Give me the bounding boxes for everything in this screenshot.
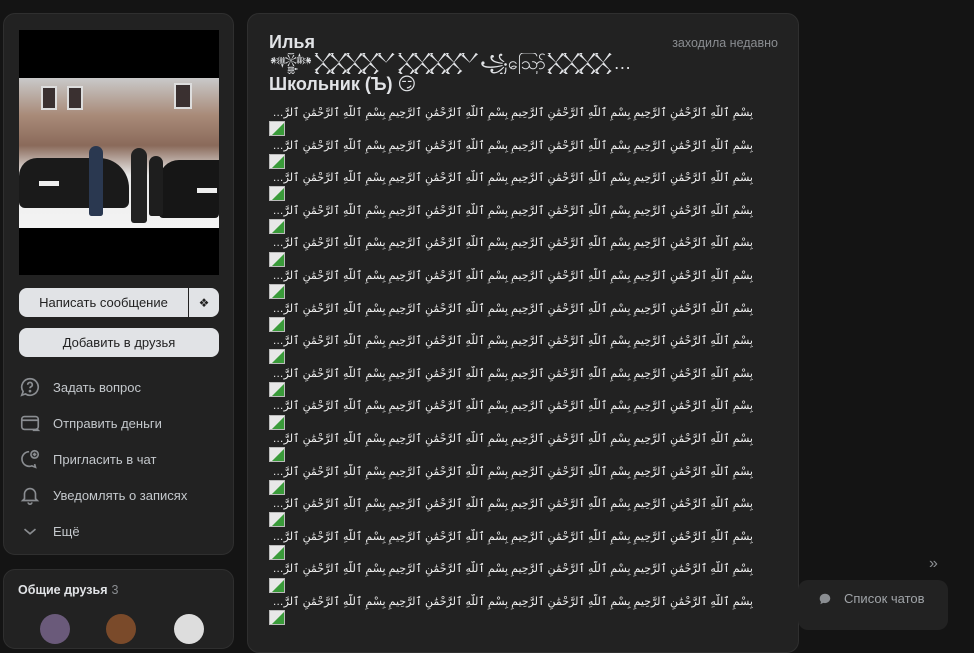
broken-image-icon	[269, 414, 753, 431]
broken-image-icon	[269, 349, 753, 365]
menu-item-ask-question[interactable]: Задать вопрос	[19, 375, 141, 399]
status-text-line: بِسْمِ ٱللَّهِ ٱلرَّحْمَٰنِ ٱلرَّحِيمِ ب…	[269, 335, 753, 348]
status-text-line: بِسْمِ ٱللَّهِ ٱلرَّحْمَٰنِ ٱلرَّحِيمِ ب…	[269, 432, 753, 445]
bell-icon	[20, 487, 40, 505]
status-text-line: بِسْمِ ٱللَّهِ ٱلرَّحْمَٰنِ ٱلرَّحِيمِ ب…	[269, 400, 753, 413]
menu-label: Отправить деньги	[53, 415, 162, 431]
menu-item-notify-posts[interactable]: Уведомлять о записях	[19, 483, 187, 507]
status-text-line: بِسْمِ ٱللَّهِ ٱلرَّحْمَٰنِ ٱلرَّحِيمِ ب…	[269, 269, 753, 282]
mutual-friends-title[interactable]: Общие друзья 3	[18, 583, 118, 597]
last-seen-status: заходила недавно	[672, 36, 778, 50]
status-text-line: بِسْمِ ٱللَّهِ ٱلرَّحْمَٰنِ ٱلرَّحِيمِ ب…	[269, 302, 753, 315]
menu-label: Ещё	[53, 523, 80, 539]
mutual-friends-count: 3	[111, 583, 119, 597]
add-friend-button[interactable]: Добавить в друзья	[19, 328, 219, 357]
broken-image-icon	[269, 284, 753, 300]
status-text-line: بِسْمِ ٱللَّهِ ٱلرَّحْمَٰنِ ٱلرَّحِيمِ ب…	[269, 204, 753, 217]
friend-avatar[interactable]	[106, 614, 136, 644]
broken-image-icon	[269, 545, 753, 561]
card-transfer-icon	[20, 415, 41, 432]
status-text-line: بِسْمِ ٱللَّهِ ٱلرَّحْمَٰنِ ٱلرَّحِيمِ ب…	[269, 530, 753, 543]
gift-icon: ❖	[198, 295, 210, 310]
status-text-line: بِسْمِ ٱللَّهِ ٱلرَّحْمَٰنِ ٱلرَّحِيمِ ب…	[269, 139, 753, 152]
status-text-line: بِسْمِ ٱللَّهِ ٱلرَّحْمَٰنِ ٱلرَّحِيمِ ب…	[269, 107, 753, 119]
friend-avatar[interactable]	[40, 614, 70, 644]
menu-label: Уведомлять о записях	[53, 487, 188, 503]
collapse-chats-button[interactable]: »	[929, 555, 938, 573]
menu-label: Задать вопрос	[53, 379, 141, 395]
mutual-friends-card: Общие друзья 3	[3, 569, 234, 649]
profile-name: Илья 𒀱𒐫𒐫꧁ဪ𒐪𒐫𒀭𒈙... Школьник (Ъ) 😏	[269, 32, 709, 94]
status-text-line: بِسْمِ ٱللَّهِ ٱلرَّحْمَٰنِ ٱلرَّحِيمِ ب…	[269, 563, 753, 576]
broken-image-icon	[269, 512, 753, 528]
menu-item-send-money[interactable]: Отправить деньги	[19, 411, 162, 435]
status-text-line: بِسْمِ ٱللَّهِ ٱلرَّحْمَٰنِ ٱلرَّحِيمِ ب…	[269, 498, 753, 511]
profile-status-text: بِسْمِ ٱللَّهِ ٱلرَّحْمَٰنِ ٱلرَّحِيمِ ب…	[269, 105, 753, 627]
broken-image-icon	[269, 219, 753, 235]
broken-image-icon	[269, 447, 753, 463]
menu-label: Пригласить в чат	[53, 451, 157, 467]
friend-avatar[interactable]	[174, 614, 204, 644]
broken-image-icon	[269, 316, 753, 333]
profile-photo[interactable]	[19, 30, 219, 275]
broken-image-icon	[269, 577, 753, 594]
chat-list-button[interactable]: Список чатов	[798, 580, 948, 630]
status-text-line: بِسْمِ ٱللَّهِ ٱلرَّحْمَٰنِ ٱلرَّحِيمِ ب…	[269, 237, 753, 250]
gift-button[interactable]: ❖	[189, 288, 219, 317]
broken-image-icon	[269, 251, 753, 268]
menu-item-invite-chat[interactable]: Пригласить в чат	[19, 447, 156, 471]
send-message-button[interactable]: Написать сообщение	[19, 288, 188, 317]
broken-image-icon	[269, 186, 753, 202]
question-bubble-icon	[20, 377, 39, 397]
profile-main-card: Илья 𒀱𒐫𒐫꧁ဪ𒐪𒐫𒀭𒈙... Школьник (Ъ) 😏 заходил…	[247, 13, 799, 653]
chat-bubble-icon	[819, 593, 831, 605]
broken-image-icon	[269, 479, 753, 496]
status-text-line: بِسْمِ ٱللَّهِ ٱلرَّحْمَٰنِ ٱلرَّحِيمِ ب…	[269, 367, 753, 380]
status-text-line: بِسْمِ ٱللَّهِ ٱلرَّحْمَٰنِ ٱلرَّحِيمِ ب…	[269, 595, 753, 608]
broken-image-icon	[269, 610, 753, 626]
chevron-down-icon	[23, 528, 37, 535]
broken-image-icon	[269, 382, 753, 398]
broken-image-icon	[269, 121, 753, 137]
chat-add-icon	[21, 449, 40, 469]
menu-item-more[interactable]: Ещё	[19, 519, 80, 543]
status-text-line: بِسْمِ ٱللَّهِ ٱلرَّحْمَٰنِ ٱلرَّحِيمِ ب…	[269, 465, 753, 478]
profile-sidebar-card: Написать сообщение ❖ Добавить в друзья З…	[3, 13, 234, 555]
status-text-line: بِسْمِ ٱللَّهِ ٱلرَّحْمَٰنِ ٱلرَّحِيمِ ب…	[269, 172, 753, 185]
broken-image-icon	[269, 153, 753, 170]
